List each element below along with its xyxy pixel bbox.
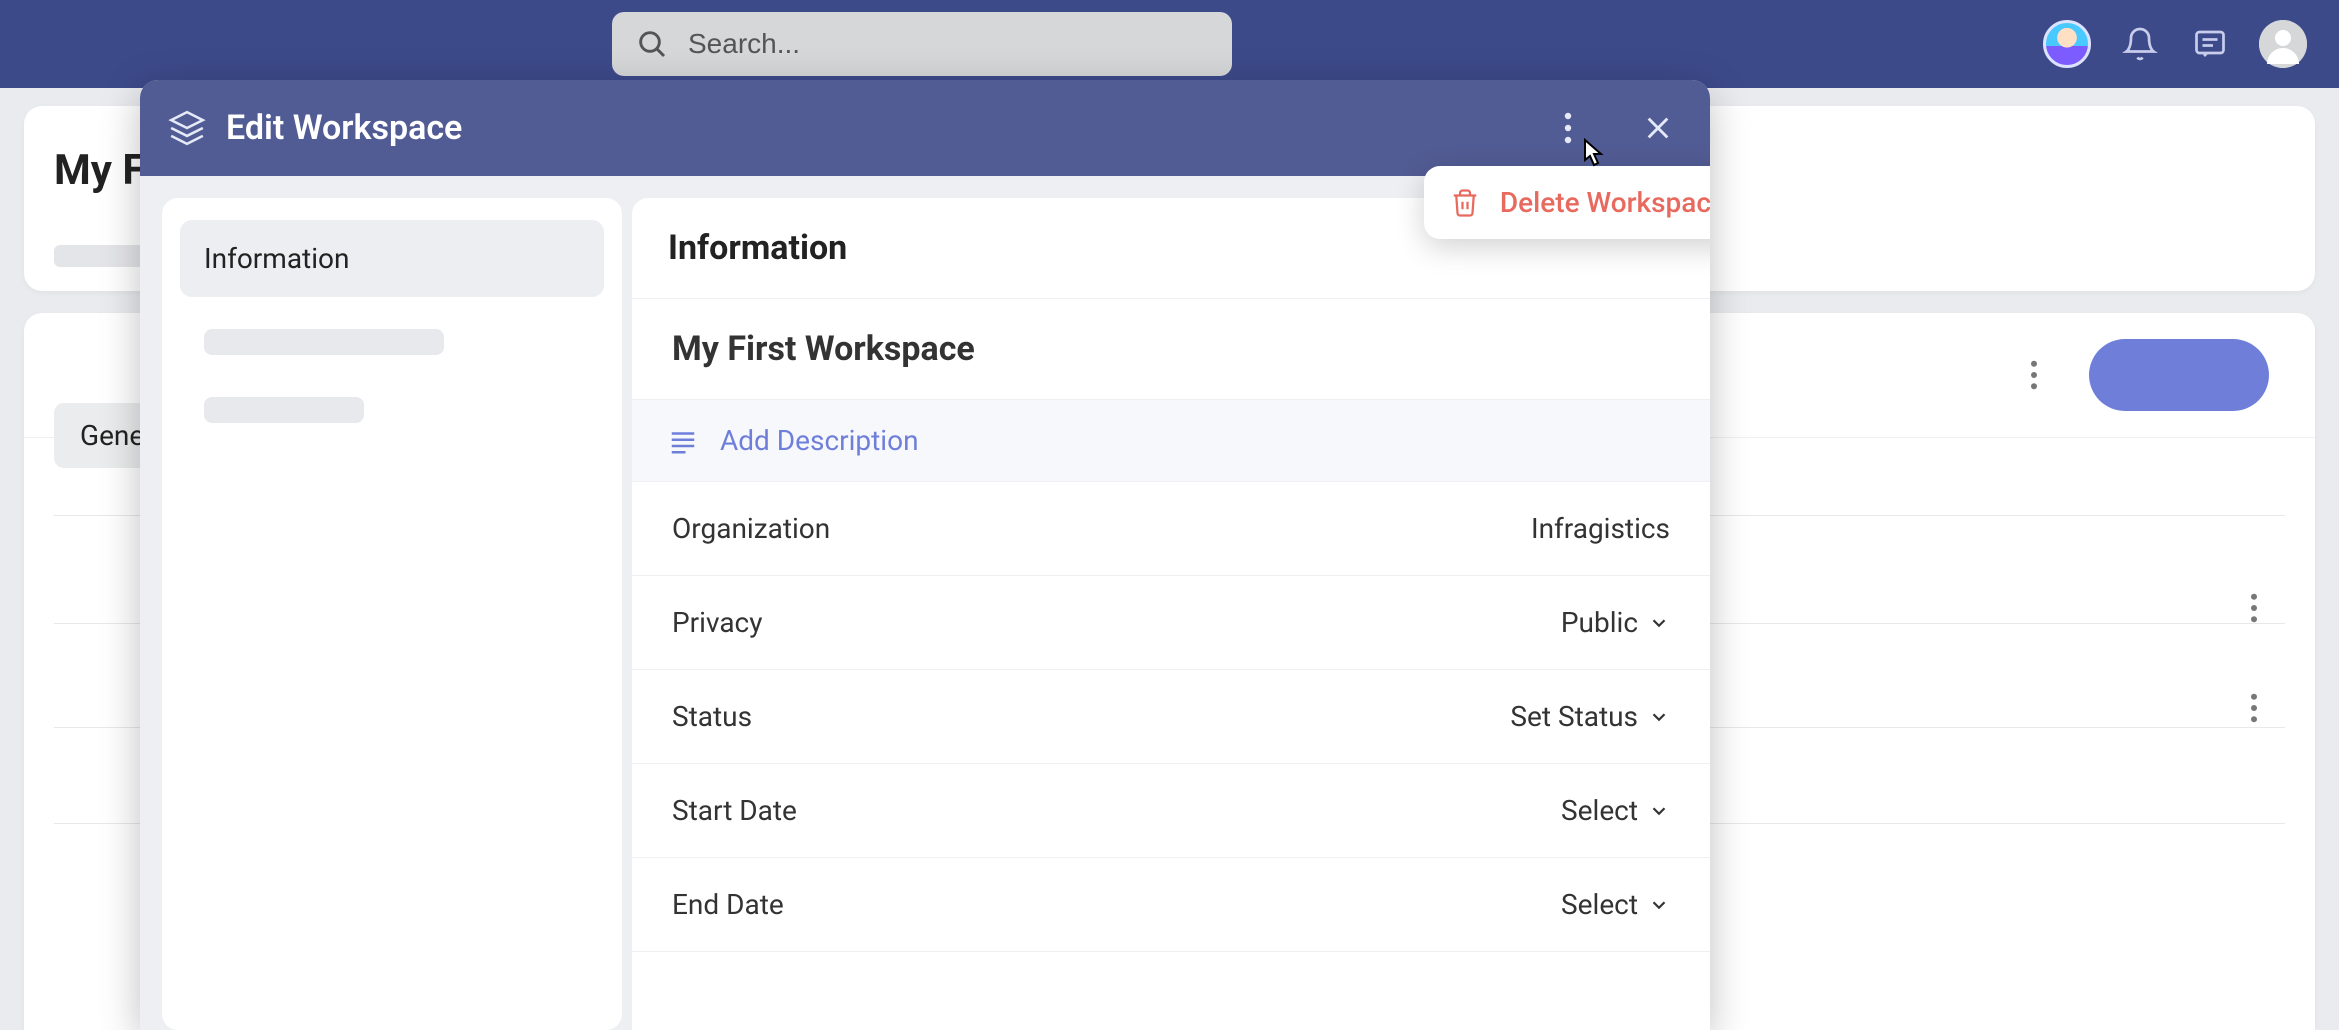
skeleton-placeholder (54, 245, 144, 267)
field-label: End Date (672, 888, 784, 921)
skeleton-placeholder (204, 329, 444, 355)
sidebar-item-information[interactable]: Information (180, 220, 604, 297)
chat-icon[interactable] (2189, 23, 2231, 65)
modal-sidebar: Information (162, 198, 622, 1030)
skeleton-placeholder (204, 397, 364, 423)
row-kebab-icon[interactable] (2239, 593, 2269, 623)
add-description-label: Add Description (720, 424, 919, 457)
user-avatar-icon[interactable] (2259, 20, 2307, 68)
start-date-select[interactable]: Select (1561, 794, 1670, 827)
layers-icon (168, 109, 206, 147)
status-select[interactable]: Set Status (1510, 700, 1670, 733)
global-search[interactable] (612, 12, 1232, 76)
bell-icon[interactable] (2119, 23, 2161, 65)
modal-title: Edit Workspace (226, 108, 1524, 148)
top-nav (0, 0, 2339, 88)
field-status: Status Set Status (632, 670, 1710, 764)
edit-workspace-modal: Edit Workspace Delete Workspace Informat… (140, 80, 1710, 1030)
text-lines-icon (668, 426, 698, 456)
chevron-down-icon (1648, 706, 1670, 728)
field-privacy: Privacy Public (632, 576, 1710, 670)
privacy-select[interactable]: Public (1561, 606, 1670, 639)
chevron-down-icon (1648, 894, 1670, 916)
modal-more-button[interactable] (1544, 104, 1592, 152)
trash-icon (1450, 188, 1480, 218)
chevron-down-icon (1648, 612, 1670, 634)
search-icon (636, 28, 668, 60)
field-label: Privacy (672, 606, 762, 639)
chevron-down-icon (1648, 800, 1670, 822)
workspace-name[interactable]: My First Workspace (672, 329, 1670, 369)
organization-value[interactable]: Infragistics (1531, 512, 1670, 545)
field-label: Start Date (672, 794, 797, 827)
kebab-icon[interactable] (2019, 360, 2049, 390)
field-label: Organization (672, 512, 830, 545)
field-end-date: End Date Select (632, 858, 1710, 952)
modal-close-button[interactable] (1634, 104, 1682, 152)
modal-header: Edit Workspace Delete Workspace (140, 80, 1710, 176)
search-input[interactable] (688, 28, 1208, 60)
delete-workspace-menu-item[interactable]: Delete Workspace (1500, 186, 1710, 219)
modal-main-panel: Information My First Workspace Add Descr… (632, 198, 1710, 1030)
add-description-row[interactable]: Add Description (632, 400, 1710, 482)
end-date-select[interactable]: Select (1561, 888, 1670, 921)
field-organization: Organization Infragistics (632, 482, 1710, 576)
primary-action-button[interactable] (2089, 339, 2269, 411)
row-kebab-icon[interactable] (2239, 693, 2269, 723)
field-start-date: Start Date Select (632, 764, 1710, 858)
field-label: Status (672, 700, 752, 733)
modal-more-menu: Delete Workspace (1424, 166, 1710, 239)
assistant-avatar-icon[interactable] (2043, 20, 2091, 68)
